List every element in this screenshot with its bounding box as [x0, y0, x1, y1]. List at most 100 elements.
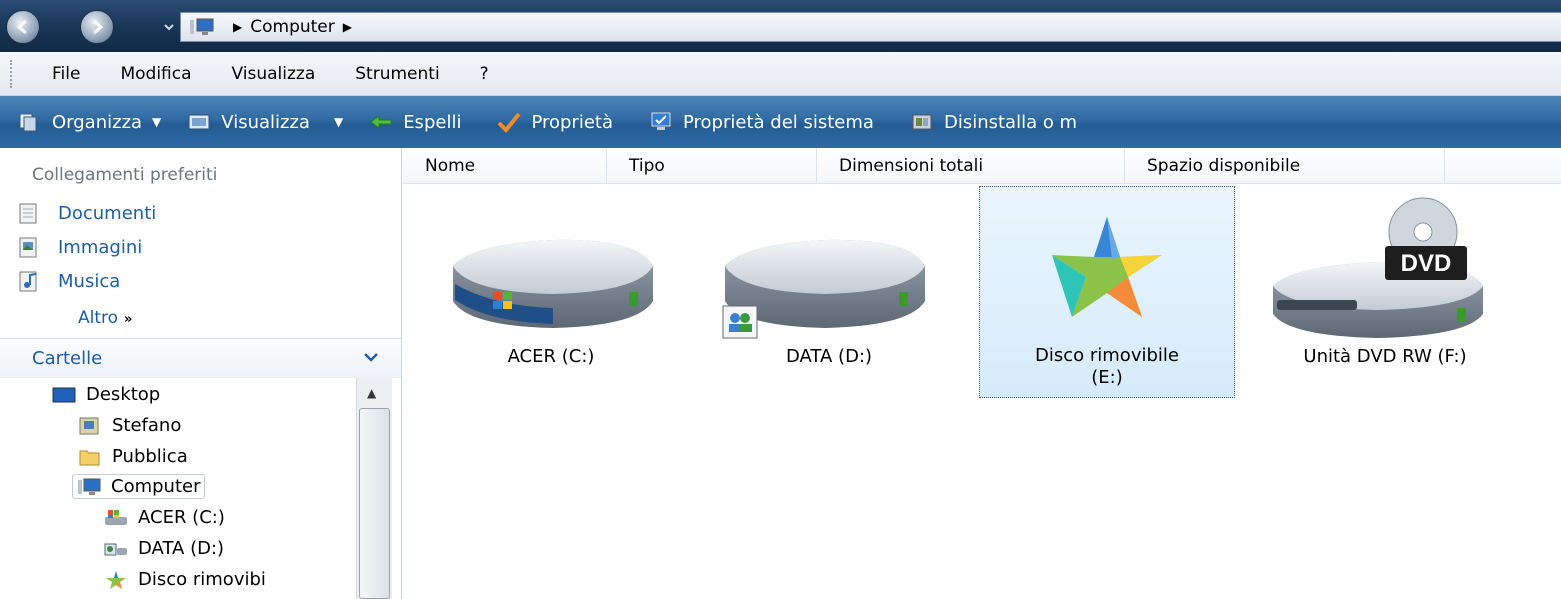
chevron-down-icon: [364, 353, 378, 362]
column-tipo[interactable]: Tipo: [607, 148, 817, 184]
address-bar[interactable]: ▶ Computer ▶: [180, 12, 1561, 42]
checkmark-icon: [498, 112, 522, 133]
favorite-label: Musica: [58, 270, 121, 292]
drive-acer-c[interactable]: ACER (C:): [423, 196, 679, 396]
forward-arrow-icon: [93, 19, 104, 35]
double-chevron-icon: »: [124, 312, 133, 327]
address-row: ▶ Computer ▶: [0, 0, 1561, 52]
pictures-icon: [19, 237, 37, 258]
computer-icon: [190, 18, 214, 35]
tree-label: ACER (C:): [138, 507, 225, 528]
favorite-musica[interactable]: Musica: [18, 270, 120, 292]
drive-label-line2: (E:): [1091, 367, 1123, 388]
properties-button[interactable]: Proprietà: [497, 111, 613, 133]
computer-icon: [78, 478, 101, 495]
folders-header[interactable]: Cartelle: [0, 338, 401, 378]
folder-icon: [79, 450, 100, 465]
views-button[interactable]: Visualizza ▼: [187, 111, 343, 133]
drive-label: Disco rimovibile (E:): [980, 345, 1234, 389]
system-properties-button[interactable]: Proprietà del sistema: [649, 111, 874, 133]
tree-label: Computer: [111, 476, 201, 497]
drive-label: Unità DVD RW (F:): [1303, 346, 1467, 367]
svg-text:DVD: DVD: [1401, 250, 1452, 277]
favorites-title: Collegamenti preferiti: [32, 165, 218, 185]
views-label: Visualizza: [221, 111, 310, 133]
eject-label: Espelli: [403, 111, 462, 133]
drive-label: ACER (C:): [507, 346, 595, 367]
tree-item-acer-c[interactable]: ACER (C:): [104, 507, 225, 528]
column-nome[interactable]: Nome: [403, 148, 607, 184]
favorite-immagini[interactable]: Immagini: [18, 236, 142, 258]
tree-item-removable-e[interactable]: Disco rimovibi: [104, 569, 266, 590]
command-bar: Organizza ▼ Visualizza ▼ Espelli Proprie…: [0, 96, 1561, 148]
tree-label: Desktop: [86, 384, 161, 405]
uninstall-label: Disinstalla o m: [943, 111, 1078, 133]
removable-disk-icon: [1052, 217, 1162, 317]
shared-drive-icon: [104, 543, 127, 555]
system-properties-label: Proprietà del sistema: [683, 111, 874, 133]
tree-item-pubblica[interactable]: Pubblica: [78, 446, 188, 467]
scroll-up-icon[interactable]: ▲: [367, 386, 376, 400]
windows-drive-icon: [105, 509, 127, 525]
breadcrumb-arrow-icon[interactable]: ▶: [233, 20, 242, 34]
hard-disk-shared-icon: [722, 239, 925, 339]
column-spazio-disponibile[interactable]: Spazio disponibile: [1125, 148, 1445, 184]
favorite-documenti[interactable]: Documenti: [18, 202, 156, 224]
eject-button[interactable]: Espelli: [369, 111, 461, 133]
desktop-icon: [52, 387, 76, 402]
organize-button[interactable]: Organizza ▼: [18, 111, 161, 133]
dvd-drive-icon: DVD: [1273, 197, 1483, 338]
drive-dvd-f[interactable]: DVD Unità DVD RW (F:): [1257, 196, 1513, 396]
menu-visualizza[interactable]: Visualizza: [232, 64, 316, 84]
back-button[interactable]: [6, 10, 40, 44]
uninstall-button[interactable]: Disinstalla o m: [910, 111, 1077, 133]
menu-bar: File Modifica Visualizza Strumenti ?: [0, 52, 1561, 96]
tree-label: Stefano: [112, 415, 182, 436]
menu-file[interactable]: File: [52, 64, 80, 84]
uninstall-program-icon: [912, 114, 932, 130]
more-favorites-link[interactable]: Altro »: [78, 308, 132, 328]
column-headers: Nome Tipo Dimensioni totali Spazio dispo…: [403, 148, 1561, 184]
drive-removable-e[interactable]: Disco rimovibile (E:): [979, 186, 1235, 398]
chevron-down-icon: ▼: [333, 115, 344, 129]
menu-strumenti[interactable]: Strumenti: [355, 64, 439, 84]
tree-item-desktop[interactable]: Desktop: [52, 384, 160, 405]
folders-title: Cartelle: [32, 348, 103, 369]
tree-item-data-d[interactable]: DATA (D:): [104, 538, 224, 559]
tree-item-stefano[interactable]: Stefano: [78, 415, 181, 436]
tree-label: Pubblica: [112, 446, 188, 467]
organize-label: Organizza: [52, 111, 143, 133]
removable-disk-star-icon: [106, 570, 126, 589]
music-icon: [19, 271, 37, 292]
chevron-down-icon: ▼: [152, 115, 162, 129]
tree-label: Disco rimovibi: [138, 569, 266, 590]
documents-icon: [19, 203, 37, 224]
forward-button[interactable]: [80, 10, 114, 44]
user-folder-icon: [79, 417, 99, 434]
views-icon: [188, 114, 210, 130]
tree-label: DATA (D:): [138, 538, 225, 559]
scroll-thumb[interactable]: [359, 408, 390, 599]
system-properties-icon: [651, 112, 671, 130]
drive-label: DATA (D:): [785, 346, 873, 367]
drive-label-line1: Disco rimovibile: [1035, 345, 1179, 366]
properties-label: Proprietà: [531, 111, 613, 133]
organize-icon: [19, 113, 37, 132]
recent-pages-dropdown-icon[interactable]: [162, 20, 176, 34]
menu-help[interactable]: ?: [480, 64, 489, 84]
breadcrumb-computer[interactable]: Computer: [250, 17, 335, 37]
favorite-label: Documenti: [58, 202, 157, 224]
navigation-pane: Collegamenti preferiti Documenti Immagin…: [0, 148, 402, 599]
column-dimensioni-totali[interactable]: Dimensioni totali: [817, 148, 1125, 184]
more-label: Altro: [78, 308, 119, 328]
menu-modifica[interactable]: Modifica: [120, 64, 191, 84]
drive-data-d[interactable]: DATA (D:): [701, 196, 957, 396]
hard-disk-windows-icon: [453, 239, 653, 328]
back-arrow-icon: [16, 19, 27, 35]
tree-scrollbar[interactable]: ▲: [356, 378, 392, 599]
eject-icon: [370, 115, 392, 129]
breadcrumb-arrow-icon[interactable]: ▶: [343, 20, 352, 34]
tree-item-computer[interactable]: Computer: [72, 474, 206, 499]
content-pane: Nome Tipo Dimensioni totali Spazio dispo…: [403, 148, 1561, 599]
favorite-label: Immagini: [58, 236, 143, 258]
